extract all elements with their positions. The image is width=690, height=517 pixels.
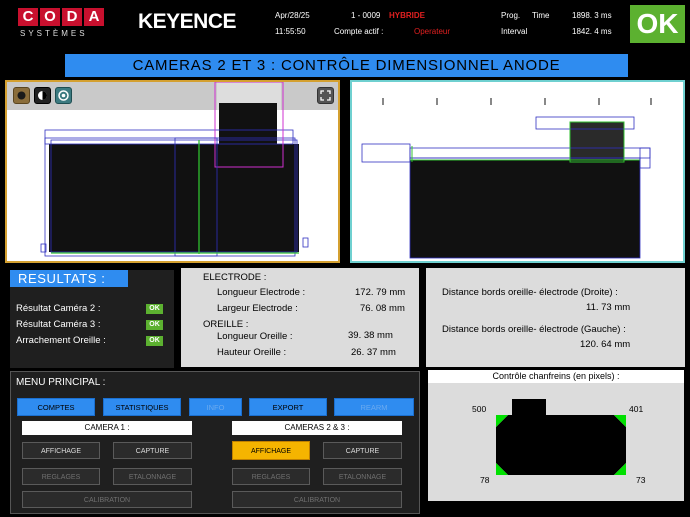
info-button[interactable]: INFO bbox=[189, 398, 242, 416]
cameras-2-3-calibration-button[interactable]: CALIBRATION bbox=[232, 491, 402, 508]
header-time: 11:55:50 bbox=[275, 27, 306, 36]
coda-logo-letter: D bbox=[62, 8, 82, 26]
longueur-oreille-value: 39. 38 mm bbox=[348, 330, 393, 341]
coda-logo-letter: A bbox=[84, 8, 104, 26]
longueur-electrode-value: 172. 79 mm bbox=[355, 287, 406, 298]
longueur-oreille-label: Longueur Oreille : bbox=[217, 331, 293, 342]
distance-gauche-label: Distance bords oreille- électrode (Gauch… bbox=[442, 324, 626, 335]
camera-2-view[interactable] bbox=[5, 80, 340, 263]
cameras-2-3-etalonnage-button[interactable]: ETALONNAGE bbox=[323, 468, 402, 485]
result-camera-3-status: OK bbox=[146, 320, 163, 330]
longueur-electrode-label: Longueur Electrode : bbox=[217, 287, 306, 298]
distance-droite-value: 11. 73 mm bbox=[586, 302, 631, 313]
page-title: CAMERAS 2 ET 3 : CONTRÔLE DIMENSIONNEL A… bbox=[65, 54, 628, 77]
coda-logo-subtitle: SYSTÈMES bbox=[20, 29, 88, 38]
chamfer-bottom-right-value: 73 bbox=[636, 475, 646, 485]
chamfer-diagram bbox=[496, 399, 626, 475]
coda-logo: C O D A SYSTÈMES bbox=[18, 8, 108, 42]
distance-droite-label: Distance bords oreille- électrode (Droit… bbox=[442, 287, 618, 298]
header-time-value: 1898. 3 ms bbox=[572, 11, 612, 20]
header-interval-label: Interval bbox=[501, 27, 528, 36]
cameras-2-3-capture-button[interactable]: CAPTURE bbox=[323, 442, 402, 459]
header-date: Apr/28/25 bbox=[275, 11, 310, 20]
chamfer-top-left-value: 500 bbox=[472, 404, 487, 414]
camera-1-capture-button[interactable]: CAPTURE bbox=[113, 442, 192, 459]
cameras-2-3-affichage-button[interactable]: AFFICHAGE bbox=[232, 441, 310, 460]
comptes-button[interactable]: COMPTES bbox=[17, 398, 95, 416]
global-status-badge: OK bbox=[630, 5, 685, 43]
cameras-2-3-label: CAMERAS 2 & 3 : bbox=[232, 421, 402, 435]
header-interval-value: 1842. 4 ms bbox=[572, 27, 612, 36]
largeur-electrode-value: 76. 08 mm bbox=[360, 303, 405, 314]
result-camera-2-status: OK bbox=[146, 304, 163, 314]
hauteur-oreille-label: Hauteur Oreille : bbox=[217, 347, 287, 358]
electrode-title: ELECTRODE : bbox=[203, 272, 267, 283]
camera-1-etalonnage-button[interactable]: ETALONNAGE bbox=[113, 468, 192, 485]
keyence-logo: KEYENCE bbox=[138, 10, 237, 33]
header-prog-label: Prog. bbox=[501, 11, 521, 20]
header-account-value: Operateur bbox=[414, 27, 451, 36]
camera-3-image bbox=[361, 98, 652, 259]
result-camera-3-label: Résultat Caméra 3 : bbox=[16, 319, 101, 330]
header-account-label: Compte actif : bbox=[334, 27, 384, 36]
largeur-electrode-label: Largeur Electrode : bbox=[217, 303, 298, 314]
result-arrachement-label: Arrachement Oreille : bbox=[16, 335, 106, 346]
coda-logo-letter: O bbox=[40, 8, 60, 26]
result-arrachement-status: OK bbox=[146, 336, 163, 346]
statistiques-button[interactable]: STATISTIQUES bbox=[103, 398, 181, 416]
camera-1-reglages-button[interactable]: REGLAGES bbox=[22, 468, 100, 485]
camera-1-label: CAMERA 1 : bbox=[22, 421, 192, 435]
result-camera-2-label: Résultat Caméra 2 : bbox=[16, 303, 101, 314]
chanfreins-panel: 500 401 78 73 bbox=[428, 383, 684, 501]
header-count: 1 - 0009 bbox=[351, 11, 381, 20]
export-button[interactable]: EXPORT bbox=[249, 398, 327, 416]
distance-gauche-value: 120. 64 mm bbox=[580, 339, 631, 350]
hauteur-oreille-value: 26. 37 mm bbox=[351, 347, 396, 358]
rearm-button[interactable]: REARM bbox=[334, 398, 414, 416]
chamfer-top-right-value: 401 bbox=[629, 404, 644, 414]
main-menu-title: MENU PRINCIPAL : bbox=[16, 377, 106, 388]
coda-logo-letter: C bbox=[18, 8, 38, 26]
camera-1-calibration-button[interactable]: CALIBRATION bbox=[22, 491, 192, 508]
distances-panel bbox=[426, 268, 685, 367]
chamfer-bottom-left-value: 78 bbox=[480, 475, 490, 485]
chanfreins-title: Contrôle chanfreins (en pixels) : bbox=[428, 370, 684, 383]
camera-1-affichage-button[interactable]: AFFICHAGE bbox=[22, 442, 100, 459]
header-mode: HYBRIDE bbox=[389, 11, 426, 20]
camera-3-view[interactable] bbox=[350, 80, 685, 263]
header-time-label: Time bbox=[532, 11, 550, 20]
results-title: RESULTATS : bbox=[10, 270, 128, 287]
cameras-2-3-reglages-button[interactable]: REGLAGES bbox=[232, 468, 310, 485]
camera-2-image bbox=[40, 82, 309, 257]
oreille-title: OREILLE : bbox=[203, 319, 249, 330]
